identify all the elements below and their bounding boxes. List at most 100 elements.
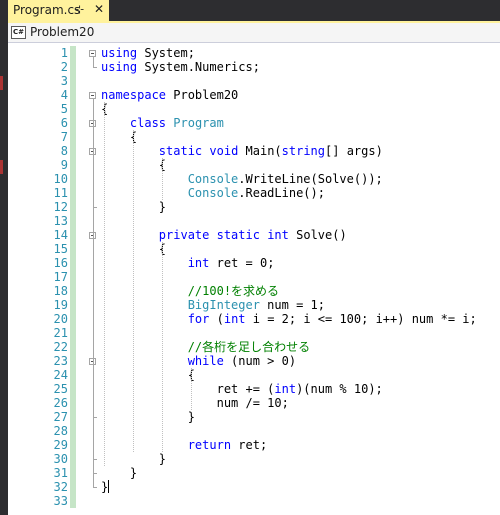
code-line[interactable]: } xyxy=(101,466,137,480)
code-token: ret; xyxy=(231,438,268,452)
close-icon[interactable]: ✕ xyxy=(94,2,104,16)
left-margin xyxy=(0,21,8,515)
project-dropdown[interactable]: C# Problem20 xyxy=(11,24,94,40)
code-line[interactable]: } xyxy=(101,452,166,466)
indent-guide xyxy=(190,368,192,410)
navigation-bar: C# Problem20 xyxy=(8,23,500,43)
fold-end-tick xyxy=(93,487,97,488)
code-token: while xyxy=(187,354,224,368)
line-number: 14 xyxy=(53,228,68,242)
collapse-icon[interactable] xyxy=(89,92,96,99)
fold-end-tick xyxy=(93,473,97,474)
code-token: Solve() xyxy=(288,228,347,242)
code-line[interactable]: { xyxy=(101,130,137,144)
code-token: int xyxy=(187,256,210,270)
fold-region-line xyxy=(93,155,94,207)
code-line[interactable]: class Program xyxy=(101,116,224,130)
change-mark xyxy=(0,160,3,174)
code-line[interactable]: static void Main(string[] args) xyxy=(101,144,383,158)
code-token: string xyxy=(281,144,326,158)
indent-guide xyxy=(132,130,134,452)
line-number: 6 xyxy=(60,116,68,130)
line-number: 27 xyxy=(53,410,68,424)
tab-strip: Program.cs ⊹ ✕ xyxy=(0,0,500,21)
code-token: ( xyxy=(209,312,224,326)
code-token: //各桁を足し合わせる xyxy=(187,340,311,354)
line-number: 2 xyxy=(60,60,68,74)
line-number: 24 xyxy=(53,368,68,382)
code-token: i = 2; i <= 100; i++) num *= i; xyxy=(245,312,477,326)
code-line[interactable]: for (int i = 2; i <= 100; i++) num *= i; xyxy=(101,312,477,326)
code-line[interactable]: } xyxy=(101,480,110,494)
line-number: 18 xyxy=(53,284,68,298)
code-token: BigInteger xyxy=(187,298,260,312)
code-token: [] args) xyxy=(325,144,383,158)
line-number: 9 xyxy=(60,158,68,172)
code-token: num = 1; xyxy=(259,298,325,312)
code-line[interactable]: BigInteger num = 1; xyxy=(101,298,325,312)
code-token: } xyxy=(101,480,109,494)
code-token: private xyxy=(158,228,210,242)
code-line[interactable]: private static int Solve() xyxy=(101,228,347,242)
code-line[interactable]: num /= 10; xyxy=(101,396,289,410)
line-number: 4 xyxy=(60,88,68,102)
indent-guide xyxy=(161,158,163,200)
line-number: 17 xyxy=(53,270,68,284)
line-number: 15 xyxy=(53,242,68,256)
line-number: 30 xyxy=(53,452,68,466)
code-editor[interactable]: 1 using System; 2 using System.Numerics; 3 4 n… xyxy=(8,43,500,515)
code-token: System.Numerics; xyxy=(137,60,260,74)
code-token: ret += ( xyxy=(101,382,275,396)
tab-program-cs[interactable]: Program.cs ⊹ ✕ xyxy=(8,0,109,21)
code-line[interactable]: namespace Problem20 xyxy=(101,88,238,102)
code-line[interactable]: while (num > 0) xyxy=(101,354,296,368)
line-number: 32 xyxy=(53,480,68,494)
collapse-icon[interactable] xyxy=(89,50,96,57)
code-line[interactable]: Console.ReadLine(); xyxy=(101,186,325,200)
code-line[interactable]: return ret; xyxy=(101,438,267,452)
line-number: 31 xyxy=(53,466,68,480)
line-number: 21 xyxy=(53,326,68,340)
code-line[interactable]: using System.Numerics; xyxy=(101,60,260,74)
code-line[interactable]: using System; xyxy=(101,46,195,60)
code-token: int xyxy=(223,312,246,326)
line-number: 19 xyxy=(53,298,68,312)
code-token: for xyxy=(187,312,210,326)
line-number: 5 xyxy=(60,102,68,116)
project-dropdown-label: Problem20 xyxy=(30,25,95,39)
code-line[interactable]: int ret = 0; xyxy=(101,256,275,270)
fold-end-tick xyxy=(93,67,97,68)
line-number: 26 xyxy=(53,396,68,410)
code-token: )(num % 10); xyxy=(296,382,383,396)
code-line[interactable]: ret += (int)(num % 10); xyxy=(101,382,383,396)
line-number: 10 xyxy=(53,172,68,186)
tab-label: Program.cs xyxy=(13,3,81,17)
fold-region-line xyxy=(93,365,94,417)
code-line[interactable]: //100!を求める xyxy=(101,284,279,298)
pin-icon[interactable]: ⊹ xyxy=(75,3,84,16)
text-caret xyxy=(108,480,110,493)
code-line[interactable]: } xyxy=(101,410,195,424)
line-number: 28 xyxy=(53,424,68,438)
code-token: num /= 10; xyxy=(101,396,289,410)
line-number: 3 xyxy=(60,74,68,88)
line-number: 11 xyxy=(53,186,68,200)
line-number: 7 xyxy=(60,130,68,144)
code-line[interactable]: Console.WriteLine(Solve()); xyxy=(101,172,383,186)
code-token: static xyxy=(216,228,260,242)
code-line[interactable]: { xyxy=(101,368,195,382)
code-token: { xyxy=(101,368,195,382)
code-token: static xyxy=(158,144,203,158)
code-token: using xyxy=(101,46,138,60)
line-number: 22 xyxy=(53,340,68,354)
line-number: 16 xyxy=(53,256,68,270)
code-token: .ReadLine(); xyxy=(238,186,325,200)
code-token: void xyxy=(209,144,239,158)
